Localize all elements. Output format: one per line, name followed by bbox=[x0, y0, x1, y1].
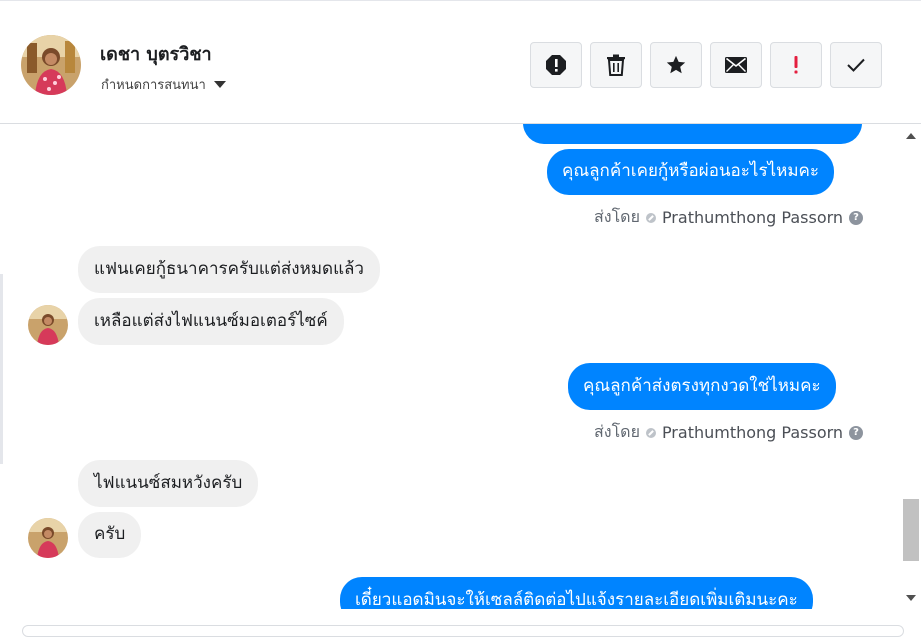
sender-name[interactable]: Prathumthong Passorn bbox=[662, 423, 843, 442]
help-icon[interactable]: ? bbox=[849, 210, 864, 225]
contact-avatar-small[interactable] bbox=[28, 518, 68, 558]
sent-by-line: ส่งโดย Prathumthong Passorn ? bbox=[594, 420, 864, 445]
scroll-up-arrow-icon[interactable] bbox=[906, 133, 916, 139]
star-icon bbox=[666, 55, 686, 74]
assign-conversation-dropdown[interactable]: กำหนดการสนทนา bbox=[101, 74, 226, 95]
message-bubble-incoming: ไฟแนนซ์สมหวังครับ bbox=[78, 460, 259, 507]
message-bubble-outgoing: คุณลูกค้าเคยกู้หรือผ่อนอะไรไหมคะ bbox=[547, 149, 835, 195]
contact-avatar-small[interactable] bbox=[28, 305, 68, 345]
message-bubble-outgoing: คุณลูกค้าส่งตรงทุกงวดใช่ไหมคะ bbox=[568, 363, 836, 410]
verified-icon bbox=[645, 427, 656, 438]
done-button[interactable] bbox=[830, 42, 882, 88]
contact-name: เดชา บุตรวิชา bbox=[100, 44, 212, 65]
message-bubble-outgoing-clipped bbox=[523, 124, 862, 144]
action-toolbar bbox=[530, 42, 882, 88]
thread-divider bbox=[0, 274, 3, 464]
mark-unread-button[interactable] bbox=[710, 42, 762, 88]
envelope-icon bbox=[725, 57, 747, 73]
assign-conversation-label: กำหนดการสนทนา bbox=[101, 78, 206, 93]
check-icon bbox=[847, 58, 865, 72]
alert-octagon-icon bbox=[546, 55, 566, 75]
help-icon[interactable]: ? bbox=[849, 425, 864, 440]
message-bubble-incoming: ครับ bbox=[78, 512, 142, 558]
contact-avatar[interactable] bbox=[21, 35, 81, 95]
thread-scrollbar[interactable] bbox=[901, 124, 921, 609]
trash-icon bbox=[607, 54, 625, 76]
sender-name[interactable]: Prathumthong Passorn bbox=[662, 208, 843, 227]
exclamation-icon bbox=[794, 56, 798, 74]
sent-by-prefix: ส่งโดย bbox=[594, 207, 640, 226]
important-button[interactable] bbox=[770, 42, 822, 88]
message-thread[interactable]: คุณลูกค้าเคยกู้หรือผ่อนอะไรไหมคะ ส่งโดย … bbox=[0, 124, 921, 609]
message-bubble-incoming: เหลือแต่ส่งไฟแนนซ์มอเตอร์ไซค์ bbox=[78, 298, 344, 345]
scroll-down-arrow-icon[interactable] bbox=[906, 595, 916, 601]
delete-button[interactable] bbox=[590, 42, 642, 88]
sent-by-line: ส่งโดย Prathumthong Passorn ? bbox=[594, 205, 864, 230]
star-button[interactable] bbox=[650, 42, 702, 88]
message-composer[interactable] bbox=[22, 625, 904, 637]
spam-button[interactable] bbox=[530, 42, 582, 88]
scrollbar-thumb[interactable] bbox=[903, 499, 919, 561]
message-bubble-outgoing: เดี๋ยวแอดมินจะให้เซลล์ติดต่อไปแจ้งรายละเ… bbox=[340, 577, 813, 609]
caret-down-icon bbox=[213, 81, 226, 88]
verified-icon bbox=[645, 212, 656, 223]
sent-by-prefix: ส่งโดย bbox=[594, 422, 640, 441]
message-bubble-incoming: แฟนเคยกู้ธนาคารครับแต่ส่งหมดแล้ว bbox=[78, 246, 380, 293]
conversation-header: เดชา บุตรวิชา กำหนดการสนทนา bbox=[0, 0, 921, 124]
